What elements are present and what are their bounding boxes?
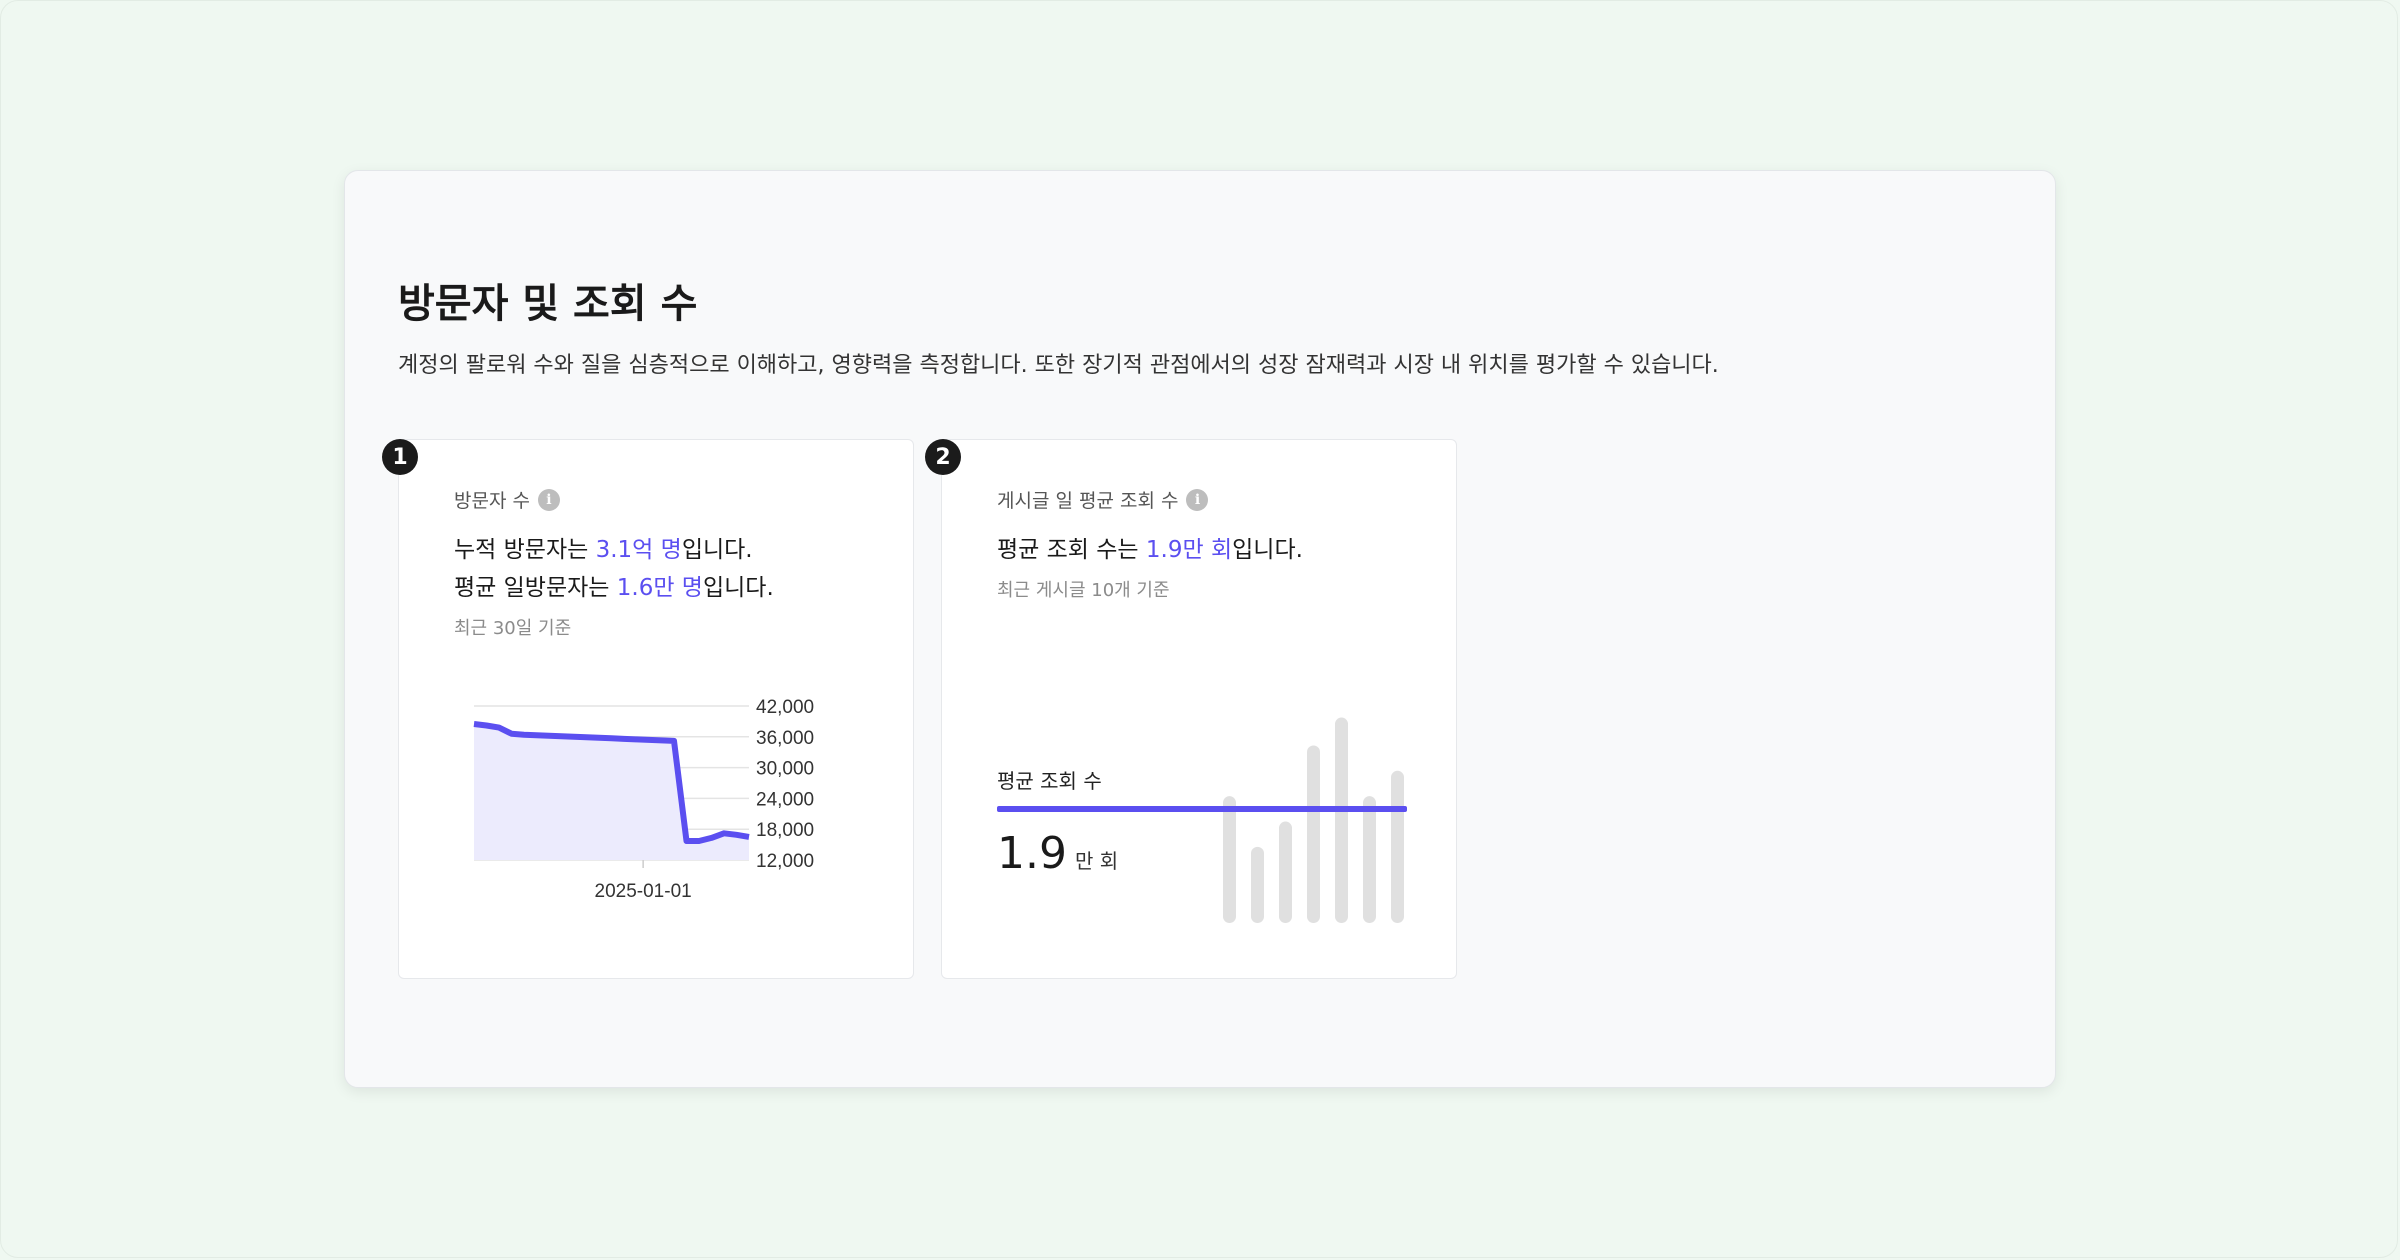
y-tick-label: 42,000 [756, 697, 814, 718]
avg-views-prefix: 평균 조회 수는 [997, 537, 1146, 563]
avg-views-suffix: 입니다. [1232, 537, 1303, 563]
x-tick-label: 2025-01-01 [595, 881, 692, 902]
daily-suffix: 입니다. [702, 575, 774, 601]
y-tick-label: 36,000 [756, 728, 814, 749]
average-line [997, 806, 1407, 812]
visitors-views-panel: 방문자 및 조회 수 계정의 팔로워 수와 질을 심층적으로 이해하고, 영향력… [344, 170, 2056, 1088]
big-unit: 만 회 [1074, 849, 1119, 873]
visitors-label-text: 방문자 수 [454, 490, 530, 512]
info-icon[interactable]: i [537, 488, 560, 511]
post-views-card-label: 게시글 일 평균 조회 수 i [997, 486, 1209, 513]
average-views-text: 평균 조회 수는 1.9만 회입니다. [997, 530, 1303, 564]
cumulative-suffix: 입니다. [681, 537, 753, 563]
bar [1335, 717, 1348, 923]
visitors-period-note: 최근 30일 기준 [454, 618, 572, 639]
cumulative-value: 3.1억 명 [595, 537, 682, 563]
daily-value: 1.6만 명 [616, 575, 703, 601]
bar [1363, 796, 1376, 923]
visitors-card-label: 방문자 수 i [454, 486, 560, 513]
daily-visitors-text: 평균 일방문자는 1.6만 명입니다. [454, 568, 774, 602]
post-views-bar-chart [1223, 717, 1404, 923]
post-views-period-note: 최근 게시글 10개 기준 [997, 580, 1170, 601]
bar [1391, 770, 1404, 923]
visitors-card: 방문자 수 i 누적 방문자는 3.1억 명입니다. 평균 일방문자는 1.6만… [398, 439, 914, 979]
bar [1223, 796, 1236, 923]
average-views-big-value: 1.9 만 회 [997, 828, 1118, 879]
section-description: 계정의 팔로워 수와 질을 심층적으로 이해하고, 영향력을 측정합니다. 또한… [398, 353, 1719, 378]
badge-2: 2 [925, 439, 961, 475]
bar [1307, 745, 1320, 923]
post-views-card: 게시글 일 평균 조회 수 i 평균 조회 수는 1.9만 회입니다. 최근 게… [941, 439, 1457, 979]
daily-prefix: 평균 일방문자는 [454, 575, 617, 601]
y-tick-label: 18,000 [756, 820, 814, 841]
bar [1251, 846, 1264, 923]
cumulative-prefix: 누적 방문자는 [454, 537, 596, 563]
y-tick-label: 12,000 [756, 851, 814, 872]
visitors-line-chart: 42,000 36,000 30,000 24,000 18,000 12,000 2025… [473, 697, 814, 902]
badge-1: 1 [382, 439, 418, 475]
big-number: 1.9 [997, 828, 1067, 879]
info-icon[interactable]: i [1186, 488, 1209, 511]
section-title: 방문자 및 조회 수 [398, 281, 698, 327]
y-tick-label: 24,000 [756, 789, 814, 810]
cumulative-visitors-text: 누적 방문자는 3.1억 명입니다. [454, 530, 753, 564]
average-views-label: 평균 조회 수 [997, 769, 1102, 793]
bar [1279, 821, 1292, 923]
y-tick-label: 30,000 [756, 759, 814, 780]
avg-views-value: 1.9만 회 [1145, 537, 1233, 563]
post-views-label-text: 게시글 일 평균 조회 수 [997, 490, 1179, 512]
